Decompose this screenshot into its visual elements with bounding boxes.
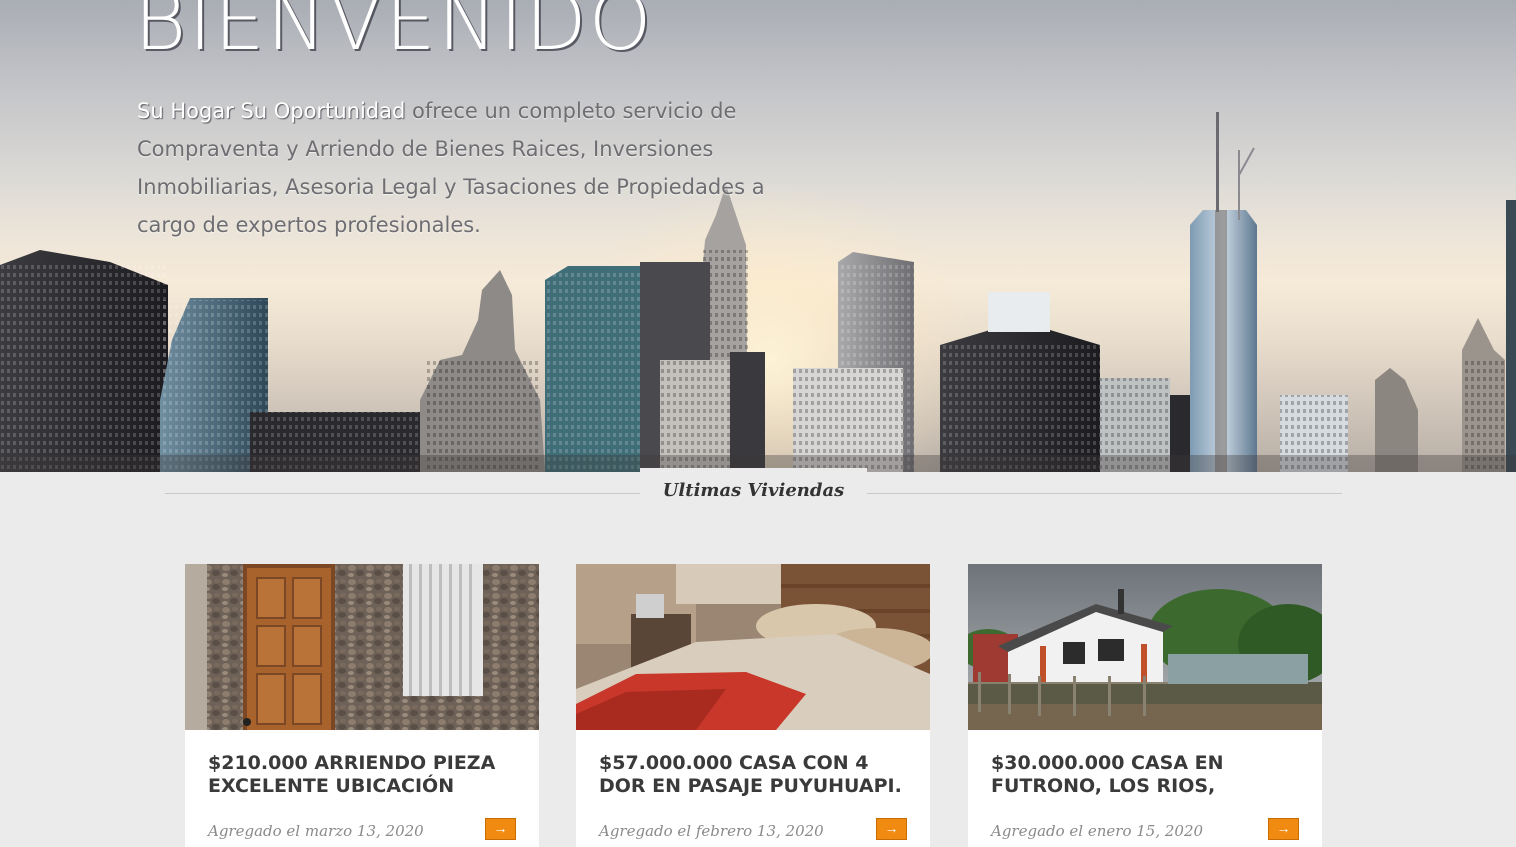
listing-title[interactable]: $30.000.000 CASA EN FUTRONO, LOS RIOS,: [991, 752, 1301, 798]
listing-photo[interactable]: [968, 564, 1322, 730]
listing-card[interactable]: $57.000.000 CASA CON 4 DOR EN PASAJE PUY…: [576, 564, 930, 847]
hero-description: Su Hogar Su Oportunidad ofrece un comple…: [137, 92, 797, 244]
hero-banner: BIENVENIDO Su Hogar Su Oportunidad ofrec…: [0, 0, 1516, 472]
listing-date: Agregado el enero 15, 2020: [991, 822, 1204, 840]
arrow-right-button[interactable]: →: [1268, 818, 1299, 840]
listing-date: Agregado el febrero 13, 2020: [599, 822, 824, 840]
section-title: Ultimas Viviendas: [662, 480, 845, 501]
listing-card[interactable]: $210.000 ARRIENDO PIEZA EXCELENTE UBICAC…: [185, 564, 539, 847]
listing-date: Agregado el marzo 13, 2020: [208, 822, 424, 840]
listing-photo[interactable]: [576, 564, 930, 730]
hero-title: BIENVENIDO: [134, 0, 654, 68]
brand-name: Su Hogar Su Oportunidad: [137, 99, 406, 123]
section-divider-left: [165, 493, 640, 494]
listing-title[interactable]: $210.000 ARRIENDO PIEZA EXCELENTE UBICAC…: [208, 752, 518, 798]
arrow-right-button[interactable]: →: [485, 818, 516, 840]
listing-photo[interactable]: [185, 564, 539, 730]
listing-card[interactable]: $30.000.000 CASA EN FUTRONO, LOS RIOS, A…: [968, 564, 1322, 847]
section-divider-right: [867, 493, 1342, 494]
listing-title[interactable]: $57.000.000 CASA CON 4 DOR EN PASAJE PUY…: [599, 752, 909, 798]
arrow-right-button[interactable]: →: [876, 818, 907, 840]
page: BIENVENIDO Su Hogar Su Oportunidad ofrec…: [0, 0, 1516, 847]
